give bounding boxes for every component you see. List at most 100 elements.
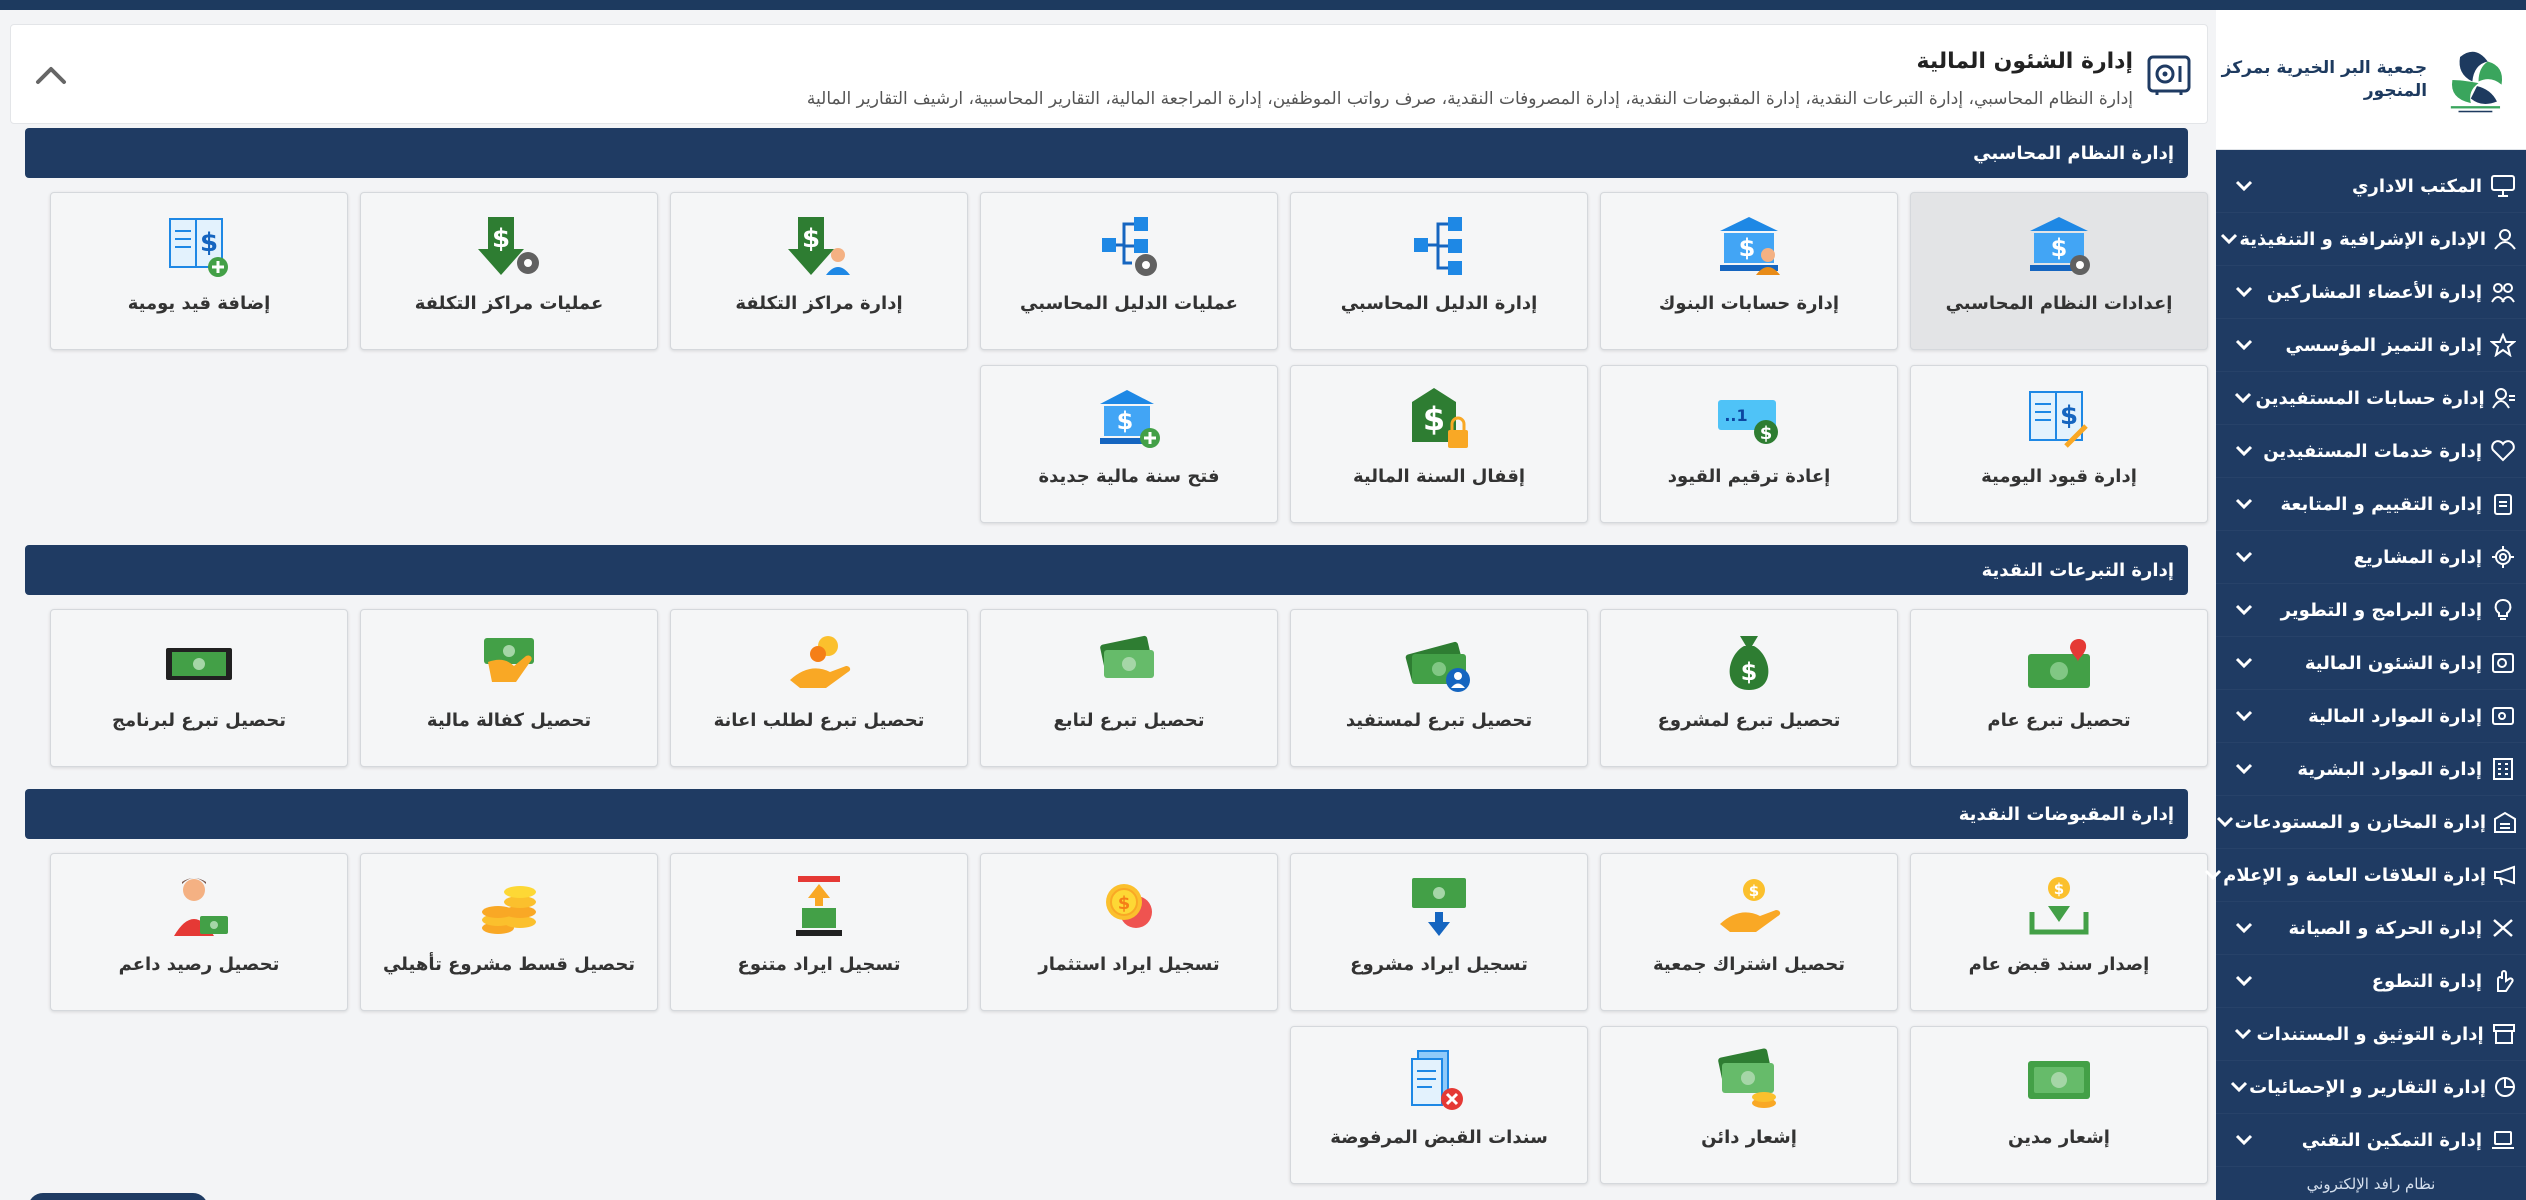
sidebar-item-admin-office[interactable]: المكتب الاداري xyxy=(2216,160,2526,213)
floating-button[interactable] xyxy=(28,1193,208,1200)
svg-text:$: $ xyxy=(1118,893,1131,914)
tile-misc-revenue[interactable]: تسجيل ايراد متنوع xyxy=(670,853,968,1011)
money-bag-icon: $ xyxy=(1729,636,1769,690)
chevron-down-icon xyxy=(2215,808,2235,836)
sidebar-item-label: إدارة المخازن و المستودعات xyxy=(2234,811,2486,833)
building-icon xyxy=(2488,754,2518,784)
tile-label: سندات القبض المرفوضة xyxy=(1330,1127,1548,1148)
sidebar-item-volunteering[interactable]: إدارة التطوع xyxy=(2216,955,2526,1008)
sidebar-item-label: إدارة التوثيق و المستندات xyxy=(2256,1023,2484,1045)
sidebar-item-reports[interactable]: إدارة التقارير و الإحصائيات xyxy=(2216,1061,2526,1114)
tile-rejected-receipts[interactable]: سندات القبض المرفوضة xyxy=(1290,1026,1588,1184)
chevron-down-icon xyxy=(2230,384,2256,412)
tile-general-receipt[interactable]: $ إصدار سند قبض عام xyxy=(1910,853,2208,1011)
tile-label: إدارة الدليل المحاسبي xyxy=(1340,293,1538,314)
tile-accounting-settings[interactable]: $ إعدادات النظام المحاسبي xyxy=(1910,192,2208,350)
dollar-down-user-icon: $ xyxy=(788,217,850,275)
tile-bank-accounts[interactable]: $ إدارة حسابات البنوك xyxy=(1600,192,1898,350)
tile-label: تحصيل تبرع لبرنامج xyxy=(112,710,286,731)
chevron-down-icon xyxy=(2230,596,2258,624)
tile-dependent-donation[interactable]: تحصيل تبرع لتابع xyxy=(980,609,1278,767)
sidebar-item-evaluation[interactable]: إدارة التقييم و المتابعة xyxy=(2216,478,2526,531)
sidebar-item-label: إدارة المشاريع xyxy=(2353,546,2482,568)
tile-label: إشعار مدين xyxy=(2008,1127,2110,1148)
tile-close-fiscal-year[interactable]: $ إقفال السنة المالية xyxy=(1290,365,1588,523)
cash-bill-icon xyxy=(166,648,232,680)
sidebar-item-excellence[interactable]: إدارة التميز المؤسسي xyxy=(2216,319,2526,372)
collapse-button[interactable] xyxy=(29,53,73,97)
tile-chart-operations[interactable]: عمليات الدليل المحاسبي xyxy=(980,192,1278,350)
tile-beneficiary-donation[interactable]: تحصيل تبرع لمستفيد xyxy=(1290,609,1588,767)
chevron-down-icon xyxy=(2230,914,2258,942)
tile-project-donation[interactable]: $ تحصيل تبرع لمشروع xyxy=(1600,609,1898,767)
tile-supporter-balance[interactable]: تحصيل رصيد داعم xyxy=(50,853,348,1011)
sidebar-item-beneficiary-accounts[interactable]: إدارة حسابات المستفيدين xyxy=(2216,372,2526,425)
tile-membership-fee[interactable]: $ تحصيل اشتراك جمعية xyxy=(1600,853,1898,1011)
tile-cost-centers[interactable]: $ إدارة مراكز التكلفة xyxy=(670,192,968,350)
chevron-up-icon xyxy=(36,67,66,84)
sidebar-item-public-relations[interactable]: إدارة العلاقات العامة و الإعلام xyxy=(2205,849,2526,902)
tile-chart-of-accounts[interactable]: إدارة الدليل المحاسبي xyxy=(1290,192,1588,350)
tile-renumber-entries[interactable]: 1.. $ إعادة ترقيم القيود xyxy=(1600,365,1898,523)
svg-text:$: $ xyxy=(2060,401,2078,431)
svg-text:$: $ xyxy=(1749,882,1759,900)
sidebar-item-label: إدارة التقارير و الإحصائيات xyxy=(2249,1076,2486,1098)
svg-text:$: $ xyxy=(1739,234,1756,262)
tile-label: تحصيل اشتراك جمعية xyxy=(1653,954,1845,975)
cash-down-icon xyxy=(1412,878,1466,936)
sidebar-item-projects[interactable]: إدارة المشاريع xyxy=(2216,531,2526,584)
safe-icon xyxy=(2488,648,2518,678)
chevron-down-icon xyxy=(2230,331,2258,359)
tile-label: تحصيل رصيد داعم xyxy=(118,954,280,975)
safe-icon xyxy=(2147,55,2191,95)
tile-debit-note[interactable]: إشعار مدين xyxy=(1910,1026,2208,1184)
sidebar-item-beneficiary-services[interactable]: إدارة خدمات المستفيدين xyxy=(2216,425,2526,478)
sidebar-item-finance[interactable]: إدارة الشئون المالية xyxy=(2216,637,2526,690)
hand-coin-icon: $ xyxy=(1720,879,1781,932)
tile-financial-sponsorship[interactable]: تحصيل كفالة مالية xyxy=(360,609,658,767)
sidebar-item-documentation[interactable]: إدارة التوثيق و المستندات xyxy=(2216,1008,2526,1061)
tile-program-donation[interactable]: تحصيل تبرع لبرنامج xyxy=(50,609,348,767)
section-receipts: إدارة المقبوضات النقدية xyxy=(25,789,2188,839)
chevron-down-icon xyxy=(2230,755,2258,783)
sidebar-item-warehouses[interactable]: إدارة المخازن و المستودعات xyxy=(2216,796,2526,849)
page-subtitle: إدارة النظام المحاسبي، إدارة التبرعات ال… xyxy=(806,89,2133,109)
clipboard-icon xyxy=(2488,489,2518,519)
tile-rehab-installment[interactable]: تحصيل قسط مشروع تأهيلي xyxy=(360,853,658,1011)
tile-aid-request-donation[interactable]: تحصيل تبرع لطلب اعانة xyxy=(670,609,968,767)
tile-open-fiscal-year[interactable]: $ فتح سنة مالية جديدة xyxy=(980,365,1278,523)
tile-label: تحصيل تبرع لطلب اعانة xyxy=(713,710,925,731)
person-cash-icon xyxy=(174,878,228,936)
sidebar-item-tech-enablement[interactable]: إدارة التمكين التقني xyxy=(2216,1114,2526,1167)
sidebar-item-programs[interactable]: إدارة البرامج و التطوير xyxy=(2216,584,2526,637)
tile-label: تسجيل ايراد مشروع xyxy=(1350,954,1528,975)
monitor-icon xyxy=(2488,171,2518,201)
chevron-down-icon xyxy=(2219,225,2239,253)
sidebar-item-financial-resources[interactable]: إدارة الموارد المالية xyxy=(2216,690,2526,743)
sidebar-item-executive[interactable]: الإدارة الإشرافية و التنفيذية xyxy=(2216,213,2526,266)
pie-chart-icon xyxy=(2492,1072,2518,1102)
tile-add-journal-entry[interactable]: $ إضافة قيد يومية xyxy=(50,192,348,350)
wallet-icon xyxy=(2488,701,2518,731)
section-donations: إدارة التبرعات النقدية xyxy=(25,545,2188,595)
tile-project-revenue[interactable]: تسجيل ايراد مشروع xyxy=(1290,853,1588,1011)
sidebar-item-maintenance[interactable]: إدارة الحركة و الصيانة xyxy=(2216,902,2526,955)
sidebar-item-members[interactable]: إدارة الأعضاء المشاركين xyxy=(2216,266,2526,319)
sidebar-item-label: إدارة البرامج و التطوير xyxy=(2280,599,2482,621)
tile-credit-note[interactable]: إشعار دائن xyxy=(1600,1026,1898,1184)
svg-text:$: $ xyxy=(2054,880,2064,898)
hierarchy-icon xyxy=(1414,217,1462,275)
tile-general-donation[interactable]: تحصيل تبرع عام xyxy=(1910,609,2208,767)
tile-journal-entries[interactable]: $ إدارة قيود اليومية xyxy=(1910,365,2208,523)
chevron-down-icon xyxy=(2230,543,2258,571)
sidebar-item-hr[interactable]: إدارة الموارد البشرية xyxy=(2216,743,2526,796)
bank-user-icon: $ xyxy=(1720,217,1780,275)
system-footer: نظام رافد الإلكتروني xyxy=(2306,1175,2436,1193)
tile-cost-center-operations[interactable]: $ عمليات مراكز التكلفة xyxy=(360,192,658,350)
page-title: إدارة الشئون المالية xyxy=(1916,49,2133,74)
cash-stack-icon xyxy=(1100,635,1154,678)
tile-label: إضافة قيد يومية xyxy=(127,293,271,314)
chevron-down-icon xyxy=(2230,1020,2257,1048)
tile-investment-revenue[interactable]: $ تسجيل ايراد استثمار xyxy=(980,853,1278,1011)
svg-text:$: $ xyxy=(2051,234,2068,262)
